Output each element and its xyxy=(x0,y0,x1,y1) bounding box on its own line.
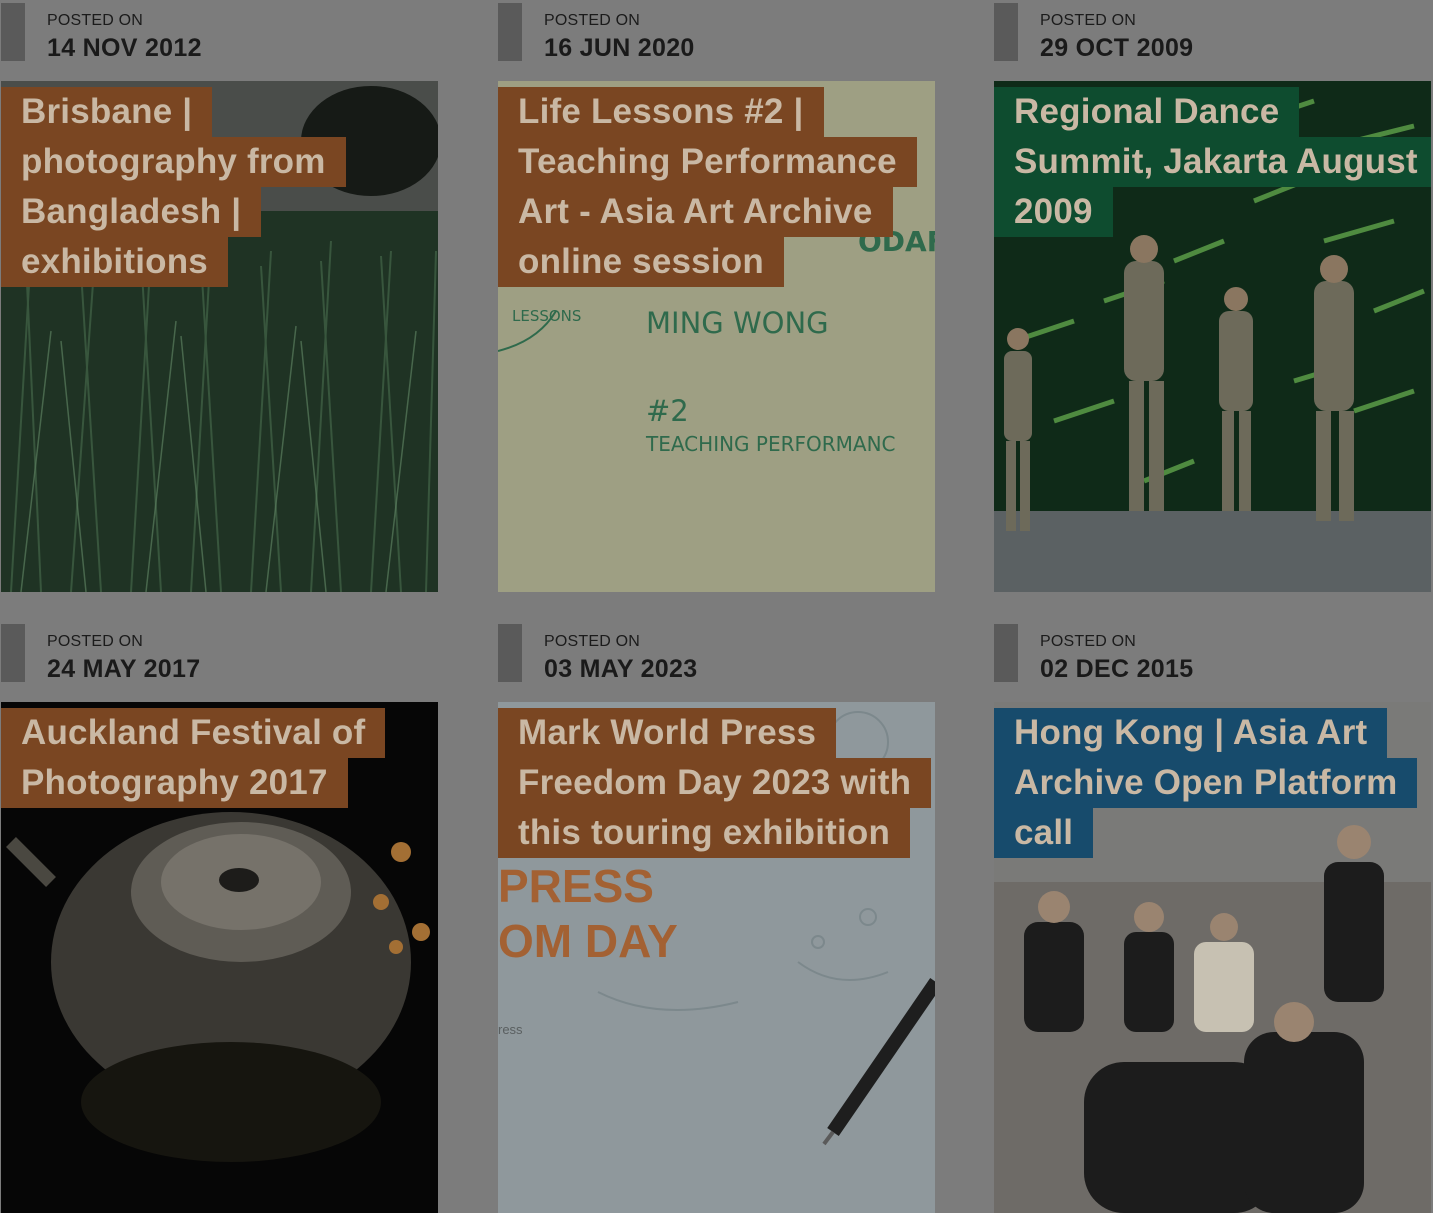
poster-small-text: ress xyxy=(498,1022,523,1037)
posted-on-header: POSTED ON 16 JUN 2020 xyxy=(498,2,936,62)
post-card[interactable]: POSTED ON 14 NOV 2012 Brisbane | photogr… xyxy=(1,0,439,592)
post-date: 14 NOV 2012 xyxy=(47,34,202,62)
post-title-line[interactable]: Life Lessons #2 | xyxy=(498,87,824,137)
post-thumbnail[interactable]: PRESS OM DAY ress Mark World Press Freed… xyxy=(498,702,935,1213)
poster-artist-text: MING WONG xyxy=(646,306,829,340)
post-thumbnail[interactable]: LESSONS ODAF MING WONG #2 TEACHING PERFO… xyxy=(498,81,935,592)
posted-on-header: POSTED ON 14 NOV 2012 xyxy=(1,2,439,62)
post-card[interactable]: POSTED ON 16 JUN 2020 LESSONS ODAF MING … xyxy=(498,0,936,592)
date-accent-bar xyxy=(994,624,1018,682)
post-title-line[interactable]: Mark World Press xyxy=(498,708,837,758)
post-title[interactable]: Auckland Festival of Photography 2017 xyxy=(1,708,421,808)
post-date: 03 MAY 2023 xyxy=(544,655,698,683)
posted-on-header: POSTED ON 03 MAY 2023 xyxy=(498,623,936,683)
post-date: 16 JUN 2020 xyxy=(544,34,695,62)
post-title-line[interactable]: Summit, Jakarta August xyxy=(994,137,1431,187)
posted-on-label: POSTED ON xyxy=(47,12,144,29)
post-title-line[interactable]: photography from xyxy=(1,137,346,187)
poster-number-text: #2 xyxy=(646,394,689,428)
poster-subtitle-text: TEACHING PERFORMANC xyxy=(645,432,896,456)
date-accent-bar xyxy=(1,3,25,61)
post-thumbnail[interactable]: Brisbane | photography from Bangladesh |… xyxy=(1,81,438,592)
post-card[interactable]: POSTED ON 02 DEC 2015 Hong Kong | Asia A… xyxy=(994,621,1432,1213)
post-title-line[interactable]: this touring exhibition xyxy=(498,808,911,858)
post-title-line[interactable]: Auckland Festival of xyxy=(1,708,386,758)
post-title-line[interactable]: Hong Kong | Asia Art xyxy=(994,708,1388,758)
date-accent-bar xyxy=(1,624,25,682)
poster-day-text: OM DAY xyxy=(498,915,678,967)
post-thumbnail[interactable]: Regional Dance Summit, Jakarta August 20… xyxy=(994,81,1431,592)
post-thumbnail[interactable]: Auckland Festival of Photography 2017 xyxy=(1,702,438,1213)
post-title[interactable]: Mark World Press Freedom Day 2023 with t… xyxy=(498,708,932,858)
post-title-line[interactable]: call xyxy=(994,808,1094,858)
post-title[interactable]: Brisbane | photography from Bangladesh |… xyxy=(1,87,421,287)
date-accent-bar xyxy=(498,624,522,682)
post-card[interactable]: POSTED ON 29 OCT 2009 Regional Dance Sum… xyxy=(994,0,1432,592)
post-thumbnail[interactable]: Hong Kong | Asia Art Archive Open Platfo… xyxy=(994,702,1431,1213)
post-title-line[interactable]: Freedom Day 2023 with xyxy=(498,758,932,808)
posted-on-header: POSTED ON 02 DEC 2015 xyxy=(994,623,1432,683)
post-title-line[interactable]: Brisbane | xyxy=(1,87,213,137)
post-title-line[interactable]: Teaching Performance xyxy=(498,137,917,187)
post-title[interactable]: Hong Kong | Asia Art Archive Open Platfo… xyxy=(994,708,1418,858)
poster-lessons-text: LESSONS xyxy=(512,307,581,325)
post-title[interactable]: Regional Dance Summit, Jakarta August 20… xyxy=(994,87,1431,237)
posted-on-label: POSTED ON xyxy=(1040,633,1137,650)
post-title-line[interactable]: exhibitions xyxy=(1,237,228,287)
posted-on-label: POSTED ON xyxy=(1040,12,1137,29)
post-card[interactable]: POSTED ON 03 MAY 2023 PRESS OM DAY ress xyxy=(498,621,936,1213)
posted-on-header: POSTED ON 29 OCT 2009 xyxy=(994,2,1432,62)
post-title-line[interactable]: Art - Asia Art Archive xyxy=(498,187,893,237)
posted-on-label: POSTED ON xyxy=(544,633,641,650)
posted-on-label: POSTED ON xyxy=(47,633,144,650)
post-card[interactable]: POSTED ON 24 MAY 2017 Auckland Festival … xyxy=(1,621,439,1213)
date-accent-bar xyxy=(994,3,1018,61)
posts-grid: POSTED ON 14 NOV 2012 Brisbane | photogr… xyxy=(0,0,1433,1213)
post-title-line[interactable]: online session xyxy=(498,237,784,287)
posted-on-header: POSTED ON 24 MAY 2017 xyxy=(1,623,439,683)
post-title-line[interactable]: Regional Dance xyxy=(994,87,1300,137)
post-title-line[interactable]: 2009 xyxy=(994,187,1113,237)
post-date: 02 DEC 2015 xyxy=(1040,655,1194,683)
post-title-line[interactable]: Bangladesh | xyxy=(1,187,262,237)
post-date: 29 OCT 2009 xyxy=(1040,34,1194,62)
post-date: 24 MAY 2017 xyxy=(47,655,201,683)
posted-on-label: POSTED ON xyxy=(544,12,641,29)
post-title-line[interactable]: Archive Open Platform xyxy=(994,758,1418,808)
post-title[interactable]: Life Lessons #2 | Teaching Performance A… xyxy=(498,87,918,287)
poster-press-text: PRESS xyxy=(498,860,654,912)
post-title-line[interactable]: Photography 2017 xyxy=(1,758,348,808)
date-accent-bar xyxy=(498,3,522,61)
